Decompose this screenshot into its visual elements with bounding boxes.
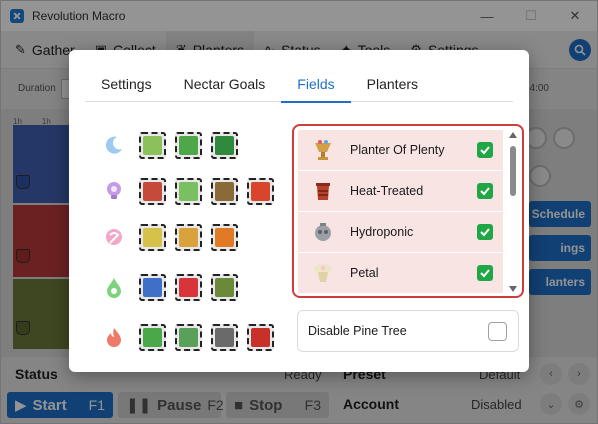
planter-checkbox[interactable] [477,142,493,158]
comforting-nectar-icon [99,130,129,160]
planter-list: Planter Of Plenty Heat-Treated Hydroponi [298,130,503,294]
planter-item-heat-treated[interactable]: Heat-Treated [298,171,503,211]
field-stamp-clover[interactable] [175,177,202,205]
planter-label: Hydroponic [350,225,414,239]
invigorating-nectar-icon [99,322,129,352]
refreshing-nectar-icon [99,272,129,302]
field-stamp-pine-tree[interactable] [211,131,238,159]
checkmark-icon [480,146,490,155]
disable-pine-tree-option[interactable]: Disable Pine Tree [297,310,519,352]
planter-label: Petal [350,266,379,280]
field-stamp-blue-flower[interactable] [139,273,166,301]
field-stamp-pepper[interactable] [247,323,274,351]
field-stamp-sunflower[interactable] [139,131,166,159]
hydroponic-planter-icon [310,219,336,245]
planter-item-hydroponic[interactable]: Hydroponic [298,212,503,252]
field-stamp-dandelion[interactable] [139,223,166,251]
field-stamp-strawberry[interactable] [175,273,202,301]
nectar-row-invigorating [99,320,283,354]
disable-pine-tree-label: Disable Pine Tree [308,324,407,338]
dialog-tab-fields[interactable]: Fields [281,70,352,103]
scroll-thumb[interactable] [510,146,516,196]
field-stamp-rose[interactable] [247,177,274,205]
checkmark-icon [480,187,490,196]
fields-dialog: Settings Nectar Goals Fields Planters Pl… [69,50,529,372]
dialog-tab-bar: Settings Nectar Goals Fields Planters [85,70,513,103]
field-stamp-cactus-2[interactable] [175,323,202,351]
disable-pine-tree-checkbox[interactable] [488,322,507,341]
nectar-row-refreshing [99,270,247,304]
dialog-tab-nectar-goals[interactable]: Nectar Goals [168,70,282,102]
field-stamp-coconut[interactable] [211,273,238,301]
field-stamp-pumpkin[interactable] [211,223,238,251]
planter-checkbox[interactable] [477,224,493,240]
planter-label: Planter Of Plenty [350,143,445,157]
motivating-nectar-icon [99,176,129,206]
scroll-up-icon[interactable] [509,132,517,138]
planter-item-petal[interactable]: Petal [298,253,503,293]
nectar-row-satisfying [99,220,247,254]
field-stamp-bamboo[interactable] [175,131,202,159]
checkmark-icon [480,228,490,237]
heat-treated-planter-icon [310,178,336,204]
planter-checkbox[interactable] [477,265,493,281]
field-stamp-cactus[interactable] [211,177,238,205]
petal-planter-icon [310,260,336,286]
checkmark-icon [480,269,490,278]
scroll-down-icon[interactable] [509,286,517,292]
field-stamp-mountain-top[interactable] [211,323,238,351]
dialog-tab-planters[interactable]: Planters [351,70,434,102]
nectar-row-motivating [99,174,283,208]
field-stamp-clover-2[interactable] [139,323,166,351]
nectar-row-comforting [99,128,247,162]
planter-list-scrollbar[interactable] [508,130,518,294]
planter-of-plenty-icon [310,137,336,163]
planter-checkbox[interactable] [477,183,493,199]
dialog-tab-settings[interactable]: Settings [85,70,168,102]
satisfying-nectar-icon [99,222,129,252]
field-stamp-pineapple[interactable] [175,223,202,251]
planter-list-panel: Planter Of Plenty Heat-Treated Hydroponi [292,124,524,298]
planter-item-plenty[interactable]: Planter Of Plenty [298,130,503,170]
planter-label: Heat-Treated [350,184,424,198]
field-stamp-mushroom[interactable] [139,177,166,205]
